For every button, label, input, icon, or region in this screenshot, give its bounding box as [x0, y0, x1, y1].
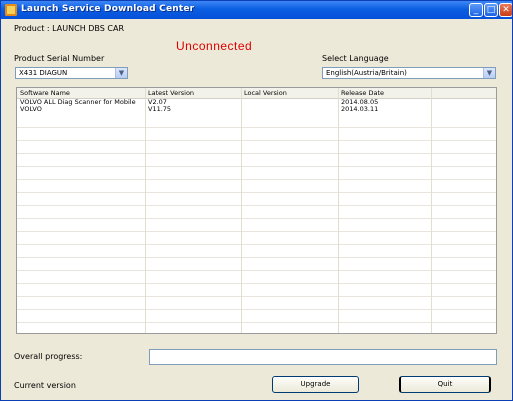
- serial-line: Product : LAUNCH DBS CAR: [14, 24, 124, 33]
- download-center-window: Launch Service Download Center _ □ ✕ Pro…: [0, 0, 513, 401]
- table-row[interactable]: [17, 258, 496, 271]
- product-serial-select[interactable]: X431 DIAGUN ▼: [15, 67, 128, 79]
- table-row[interactable]: [17, 206, 496, 219]
- table-row[interactable]: VOLVO V11.75 2014.03.11: [17, 106, 496, 113]
- table-row[interactable]: [17, 180, 496, 193]
- column-latest-version[interactable]: Latest Version: [145, 88, 194, 98]
- product-serial-label: Product Serial Number: [14, 54, 105, 63]
- table-row[interactable]: [17, 297, 496, 310]
- language-select[interactable]: English(Austria/Britain) ▼: [322, 67, 496, 79]
- info-text: Current version: [14, 381, 76, 390]
- minimize-icon[interactable]: _: [469, 3, 483, 17]
- chevron-down-icon[interactable]: ▼: [115, 68, 127, 78]
- upgrade-button[interactable]: Upgrade: [272, 376, 359, 393]
- table-row[interactable]: [17, 141, 496, 154]
- column-divider: [338, 88, 339, 333]
- language-value: English(Austria/Britain): [326, 69, 407, 77]
- table-cell: 2014.03.11: [341, 105, 379, 113]
- quit-button[interactable]: Quit: [399, 376, 491, 393]
- column-local-version[interactable]: Local Version: [241, 88, 287, 98]
- column-software-name[interactable]: Software Name: [17, 88, 70, 98]
- table-row[interactable]: [17, 245, 496, 258]
- maximize-icon[interactable]: □: [484, 3, 498, 17]
- table-row[interactable]: [17, 154, 496, 167]
- table-row[interactable]: [17, 323, 496, 333]
- table-cell: V11.75: [148, 105, 172, 113]
- product-serial-value: X431 DIAGUN: [19, 69, 68, 77]
- column-divider: [431, 88, 432, 333]
- column-divider: [145, 88, 146, 333]
- window-title: Launch Service Download Center: [21, 4, 195, 14]
- column-release-date[interactable]: Release Date: [338, 88, 384, 98]
- table-row[interactable]: [17, 271, 496, 284]
- table-row[interactable]: VOLVO ALL Diag Scanner for Mobile V2.07 20…: [17, 99, 496, 106]
- table-row[interactable]: [17, 232, 496, 245]
- language-label: Select Language: [322, 54, 389, 63]
- table-row[interactable]: [17, 167, 496, 180]
- column-divider: [241, 88, 242, 333]
- chevron-down-icon[interactable]: ▼: [483, 68, 495, 78]
- table-row[interactable]: [17, 310, 496, 323]
- software-table[interactable]: Software Name Latest Version Local Versi…: [16, 87, 497, 334]
- table-cell: VOLVO: [20, 105, 42, 113]
- title-bar[interactable]: Launch Service Download Center _ □ ✕: [1, 1, 512, 19]
- table-row[interactable]: [17, 115, 496, 128]
- close-icon[interactable]: ✕: [499, 3, 512, 17]
- table-row[interactable]: [17, 284, 496, 297]
- table-row[interactable]: [17, 219, 496, 232]
- progress-label: Overall progress:: [14, 352, 83, 361]
- connection-status: Unconnected: [176, 39, 253, 53]
- table-row[interactable]: [17, 128, 496, 141]
- progress-field[interactable]: [149, 349, 497, 365]
- app-icon: [5, 4, 17, 16]
- table-row[interactable]: [17, 193, 496, 206]
